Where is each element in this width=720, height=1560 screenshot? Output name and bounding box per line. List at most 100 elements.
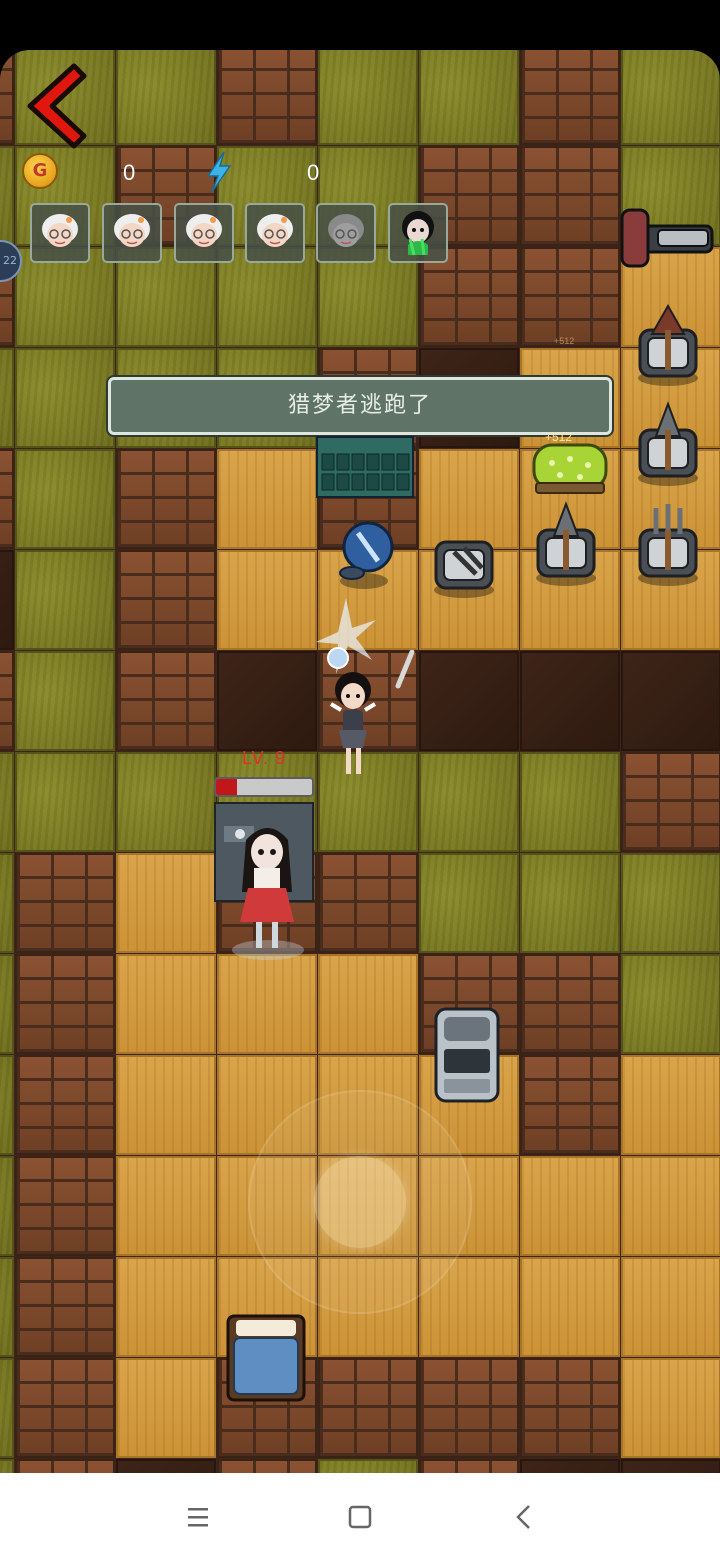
player-girl-character	[325, 668, 381, 788]
grass-tile	[15, 449, 115, 549]
wall-tile	[520, 954, 620, 1054]
small-income-label: +512	[554, 336, 575, 346]
floor-tile	[621, 1358, 720, 1458]
grass-tile	[419, 752, 519, 852]
grass-tile	[520, 752, 620, 852]
spear-turret[interactable]	[628, 400, 708, 494]
back-icon[interactable]	[504, 1501, 544, 1533]
wall-tile	[318, 853, 418, 953]
dark-tile	[621, 1459, 720, 1473]
wall-tile	[0, 651, 14, 751]
wall-tile	[15, 853, 115, 953]
lightning-icon	[204, 150, 234, 194]
wall-tile	[116, 550, 216, 650]
grass-tile	[0, 1358, 14, 1458]
grass-tile	[0, 1156, 14, 1256]
wall-tile	[116, 449, 216, 549]
player-slot-6[interactable]	[388, 203, 448, 263]
stove-device[interactable]	[434, 1007, 500, 1107]
status-bar	[0, 0, 720, 50]
grass-tile	[0, 752, 14, 852]
player-slot-2[interactable]	[102, 203, 162, 263]
wall-tile	[520, 146, 620, 246]
trident-turret[interactable]	[628, 500, 708, 594]
grass-tile	[0, 1055, 14, 1155]
ghost-girl-enemy	[228, 822, 306, 966]
grass-tile	[15, 651, 115, 751]
floor-tile	[520, 1156, 620, 1256]
wall-tile	[0, 449, 14, 549]
steel-door[interactable]	[316, 436, 414, 502]
grass-tile	[0, 348, 14, 448]
wall-tile	[116, 651, 216, 751]
floor-tile	[116, 1156, 216, 1256]
wall-tile	[15, 1459, 115, 1473]
wall-tile	[15, 954, 115, 1054]
floor-tile	[217, 449, 317, 549]
floor-tile	[116, 1257, 216, 1357]
broom-turret[interactable]	[628, 300, 708, 394]
floor-tile	[621, 1055, 720, 1155]
dark-tile	[621, 651, 720, 751]
dark-tile	[520, 1459, 620, 1473]
bed-income-label: +512	[545, 430, 573, 444]
grass-tile	[15, 752, 115, 852]
wall-tile	[0, 50, 14, 145]
back-arrow-icon	[27, 63, 87, 149]
wall-tile	[520, 1358, 620, 1458]
player-slot-5[interactable]	[316, 203, 376, 263]
wall-tile	[520, 247, 620, 347]
dark-tile	[116, 1459, 216, 1473]
wall-tile	[15, 1358, 115, 1458]
system-navigation-bar	[0, 1473, 720, 1560]
projectile	[392, 649, 416, 698]
wall-tile	[15, 1156, 115, 1256]
blue-lamp-turret[interactable]	[330, 515, 400, 599]
joystick-knob[interactable]	[314, 1156, 406, 1248]
floor-tile	[116, 954, 216, 1054]
dumbbell-machine[interactable]	[618, 204, 718, 278]
grass-tile	[15, 348, 115, 448]
spear-turret[interactable]	[526, 500, 606, 594]
wall-tile	[15, 1257, 115, 1357]
player-slot-4[interactable]	[245, 203, 305, 263]
wall-tile	[520, 50, 620, 145]
wall-tile	[217, 1459, 317, 1473]
back-button[interactable]	[22, 62, 88, 150]
menu-icon[interactable]	[178, 1501, 218, 1533]
floor-tile	[621, 1257, 720, 1357]
grass-tile	[0, 853, 14, 953]
wall-tile	[15, 1055, 115, 1155]
grass-tile	[0, 1257, 14, 1357]
floor-tile	[116, 1055, 216, 1155]
floor-tile	[318, 954, 418, 1054]
enemy-health-fill	[216, 779, 238, 795]
gold-value: 0	[123, 160, 136, 185]
wall-tile	[419, 1459, 519, 1473]
enemy-health-bar	[214, 777, 314, 797]
dark-tile	[520, 651, 620, 751]
grass-tile	[419, 853, 519, 953]
player-slot-3[interactable]	[174, 203, 234, 263]
dark-tile	[0, 550, 14, 650]
spark-effect	[316, 598, 380, 682]
floor-tile	[217, 550, 317, 650]
dark-tile	[217, 651, 317, 751]
grass-tile	[0, 1459, 14, 1473]
grass-tile	[520, 853, 620, 953]
grass-tile	[318, 50, 418, 145]
home-icon[interactable]	[340, 1501, 380, 1533]
floor-tile	[621, 1156, 720, 1256]
grass-tile	[419, 50, 519, 145]
blue-bed[interactable]	[224, 1312, 308, 1408]
dark-tile	[419, 651, 519, 751]
grass-tile	[116, 752, 216, 852]
fork-turret[interactable]	[424, 512, 504, 606]
grass-tile	[621, 50, 720, 145]
enemy-level-label: LV. 9	[241, 748, 287, 768]
player-slot-1[interactable]	[30, 203, 90, 263]
grass-tile	[0, 146, 14, 246]
floor-tile	[520, 1257, 620, 1357]
wall-tile	[419, 1358, 519, 1458]
grass-tile	[621, 853, 720, 953]
